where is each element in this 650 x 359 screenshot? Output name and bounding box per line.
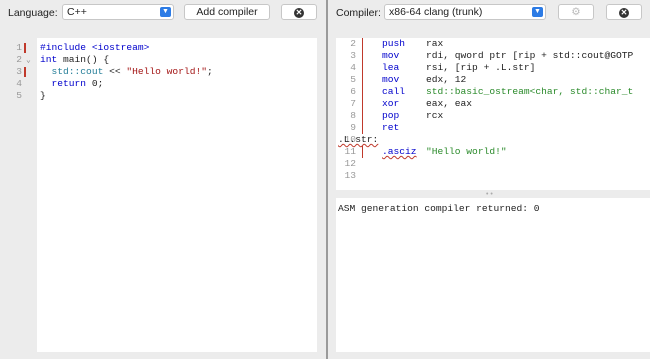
- code-token: ;: [206, 66, 213, 77]
- source-editor-area: 1 #include <iostream> 2 ⌄ int main() { 3 std:…: [0, 38, 326, 359]
- output-text: ASM generation compiler returned: 0: [338, 203, 540, 214]
- close-source-button[interactable]: ✕: [281, 4, 317, 20]
- asm-guide-line: [362, 146, 363, 158]
- code-token: }: [40, 90, 46, 101]
- asm-mnemonic: lea: [382, 62, 400, 73]
- line-number: 5: [16, 90, 22, 101]
- asm-line-number: 8: [350, 110, 356, 121]
- asm-operands: "Hello world!": [426, 146, 507, 157]
- compiler-options-button[interactable]: ⚙: [558, 4, 594, 20]
- code-token: std::cout: [40, 66, 104, 77]
- compiler-output: ASM generation compiler returned: 0: [336, 198, 650, 352]
- asm-operands: rcx: [426, 110, 444, 121]
- code-token: main() {: [63, 54, 110, 65]
- chevron-down-icon: ▼: [160, 7, 171, 17]
- asm-mnemonic: pop: [382, 110, 400, 121]
- gear-icon: ⚙: [571, 6, 581, 18]
- asm-mnemonic: mov: [382, 74, 400, 85]
- asm-operands: eax, eax: [426, 98, 473, 109]
- asm-guide-line: [362, 110, 363, 122]
- fold-chevron-icon[interactable]: ⌄: [26, 55, 31, 65]
- asm-mnemonic: push: [382, 38, 406, 49]
- source-pane: Language: C++ ▼ Add compiler ✕ 1 #include…: [0, 0, 326, 359]
- change-marker: [24, 67, 26, 77]
- line-number: 4: [16, 78, 22, 89]
- asm-line-number: 13: [344, 170, 356, 181]
- close-icon: ✕: [294, 8, 304, 18]
- asm-operands: rax: [426, 38, 444, 49]
- add-compiler-button[interactable]: Add compiler: [184, 4, 270, 20]
- asm-line-number: 2: [350, 38, 356, 49]
- language-select[interactable]: C++ ▼: [62, 4, 174, 20]
- asm-guide-line: [362, 62, 363, 74]
- resize-handle[interactable]: • •: [486, 191, 493, 198]
- code-token: return: [40, 78, 92, 89]
- asm-line-number: 6: [350, 86, 356, 97]
- asm-mnemonic: ret: [382, 122, 400, 133]
- asm-guide-line: [362, 86, 363, 98]
- asm-operands: rdi, qword ptr [rip + std::cout@GOTP: [426, 50, 634, 61]
- compiler-select[interactable]: x86-64 clang (trunk) ▼: [384, 4, 546, 20]
- compiler-toolbar: Compiler: x86-64 clang (trunk) ▼ ⚙ ✕: [328, 4, 650, 22]
- language-value: C++: [67, 6, 87, 18]
- asm-line-number: 12: [344, 158, 356, 169]
- code-token: "Hello world!": [126, 66, 207, 77]
- asm-mnemonic: call: [382, 86, 406, 97]
- close-icon: ✕: [619, 8, 629, 18]
- line-number: 2: [16, 54, 22, 65]
- asm-editor[interactable]: 2 push rax 3 mov rdi, qword ptr [rip + std::c…: [336, 38, 650, 190]
- asm-operands: edx, 12: [426, 74, 467, 85]
- code-token: 0;: [91, 78, 104, 89]
- line-number: 1: [16, 42, 22, 53]
- change-marker: [24, 43, 26, 53]
- code-token: <<: [103, 66, 127, 77]
- asm-line-number: 5: [350, 74, 356, 85]
- asm-mnemonic: xor: [382, 98, 400, 109]
- asm-label-text: .L.str:: [338, 134, 379, 145]
- asm-mnemonic: mov: [382, 50, 400, 61]
- source-line: std::cout << "Hello world!";: [40, 66, 213, 78]
- asm-operands: rsi, [rip + .L.str]: [426, 62, 536, 73]
- asm-line-number: 7: [350, 98, 356, 109]
- compiler-value: x86-64 clang (trunk): [389, 6, 483, 18]
- source-line: }: [40, 90, 46, 102]
- chevron-down-icon: ▼: [532, 7, 543, 17]
- compiler-pane: Compiler: x86-64 clang (trunk) ▼ ⚙ ✕ 2 pu…: [328, 0, 650, 359]
- source-line: int main() {: [40, 54, 109, 66]
- asm-guide-line: [362, 50, 363, 62]
- close-compiler-button[interactable]: ✕: [606, 4, 642, 20]
- asm-operands: std::basic_ostream<char, std::char_t: [426, 86, 634, 97]
- asm-mnemonic: .asciz: [382, 146, 417, 157]
- source-line: #include <iostream>: [40, 42, 149, 54]
- source-line: return 0;: [40, 78, 104, 90]
- asm-guide-line: [362, 98, 363, 110]
- asm-guide-line: [362, 122, 363, 134]
- asm-guide-line: [362, 38, 363, 50]
- line-number: 3: [16, 66, 22, 77]
- asm-line-number: 3: [350, 50, 356, 61]
- compiler-label: Compiler:: [336, 7, 381, 19]
- asm-guide-line: [362, 74, 363, 86]
- asm-label: .L.str:: [338, 134, 378, 146]
- code-token: #include <iostream>: [40, 42, 150, 53]
- asm-line-number: 9: [350, 122, 356, 133]
- asm-line-number: 4: [350, 62, 356, 73]
- code-token: int: [40, 54, 64, 65]
- asm-line-number: 11: [344, 146, 356, 157]
- language-label: Language:: [8, 7, 58, 19]
- source-toolbar: Language: C++ ▼ Add compiler ✕: [0, 4, 326, 22]
